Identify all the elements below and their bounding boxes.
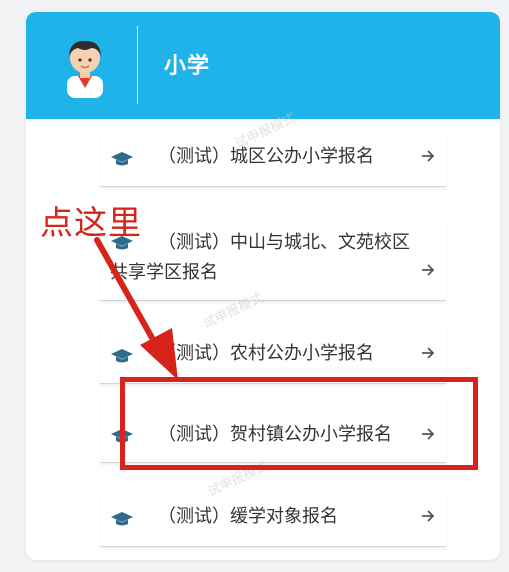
graduation-cap-icon — [111, 152, 133, 166]
arrow-right-icon — [422, 150, 435, 162]
annotation-highlight-box — [120, 377, 478, 470]
arrow-right-icon — [422, 264, 435, 276]
item-label: （测试）城区公办小学报名 — [158, 146, 374, 167]
list-item-deferred-enrollment[interactable]: （测试）缓学对象报名 — [100, 490, 446, 547]
item-label: （测试）缓学对象报名 — [158, 506, 338, 527]
item-label: （测试）农村公办小学报名 — [158, 343, 374, 364]
list-item-shared-district[interactable]: （测试）中山与城北、文苑校区 共享学区报名 — [100, 214, 446, 301]
header-divider — [137, 26, 138, 104]
card-header: 小学 — [26, 12, 500, 119]
item-label-line1: （测试）中山与城北、文苑校区 — [158, 232, 410, 253]
student-avatar-icon — [67, 40, 103, 98]
annotation-text: 点这里 — [40, 203, 142, 242]
arrow-right-icon — [422, 510, 435, 522]
arrow-right-icon — [422, 347, 435, 359]
item-label-line2: 共享学区报名 — [110, 262, 218, 283]
list-item-city-public-school[interactable]: （测试）城区公办小学报名 — [100, 128, 446, 187]
graduation-cap-icon — [111, 512, 133, 526]
header-title: 小学 — [164, 54, 211, 79]
list-item-rural-public-school[interactable]: （测试）农村公办小学报名 — [100, 325, 446, 384]
graduation-cap-icon — [111, 349, 133, 363]
